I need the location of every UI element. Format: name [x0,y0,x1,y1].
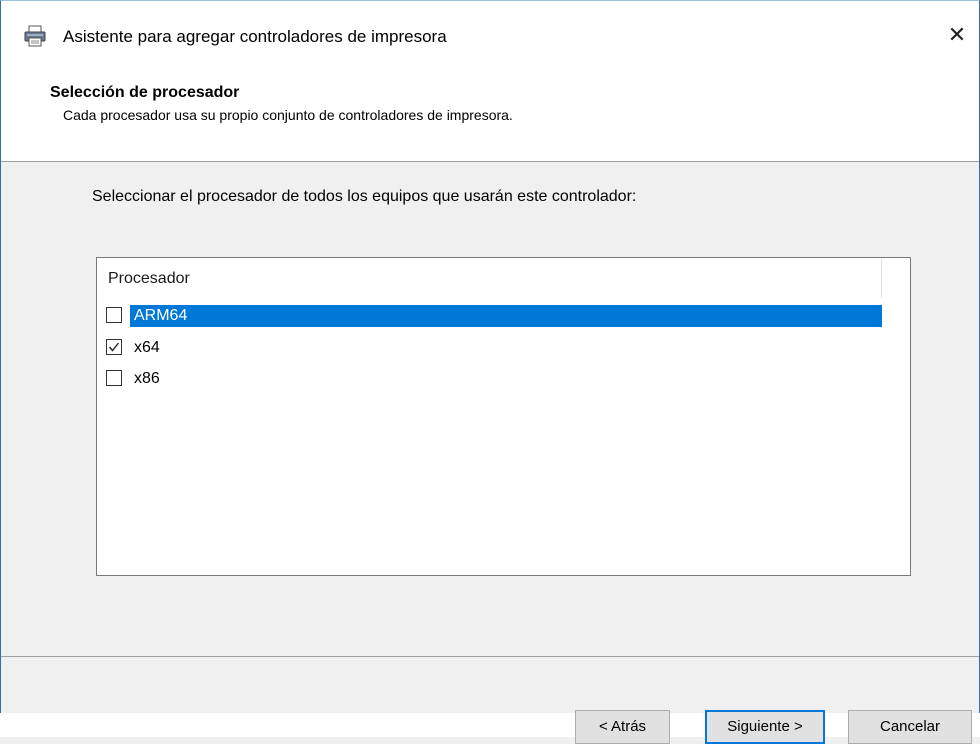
printer-icon [23,25,47,47]
next-button[interactable]: Siguiente > [705,710,825,744]
checkbox-arm64[interactable] [106,307,122,323]
list-item-label: x86 [134,370,160,387]
page-subtitle: Cada procesador usa su propio conjunto d… [63,107,513,123]
instruction-text: Seleccionar el procesador de todos los e… [92,188,637,205]
checkmark-icon [108,342,120,352]
back-button[interactable]: < Atrás [575,710,670,744]
processor-list[interactable]: Procesador ARM64 x64 x86 [96,257,911,576]
checkbox-x64[interactable] [106,339,122,355]
title-bar[interactable]: Asistente para agregar controladores de … [1,1,979,69]
wizard-header: Selección de procesador Cada procesador … [1,69,979,162]
window-title: Asistente para agregar controladores de … [63,27,447,46]
bottom-strip [0,713,980,737]
wizard-window: Asistente para agregar controladores de … [0,0,980,714]
list-item-x64[interactable]: x64 [99,333,882,363]
cancel-button[interactable]: Cancelar [848,710,972,744]
list-item-arm64[interactable]: ARM64 [99,301,882,331]
list-item-label: ARM64 [130,305,882,327]
list-item-x86[interactable]: x86 [99,364,882,394]
column-header[interactable]: Procesador [97,258,882,298]
page-title: Selección de procesador [50,84,240,101]
footer-separator [1,656,979,657]
column-header-label: Procesador [108,270,190,287]
close-icon[interactable]: ✕ [935,15,979,55]
checkbox-x86[interactable] [106,370,122,386]
list-item-label: x64 [134,339,160,356]
